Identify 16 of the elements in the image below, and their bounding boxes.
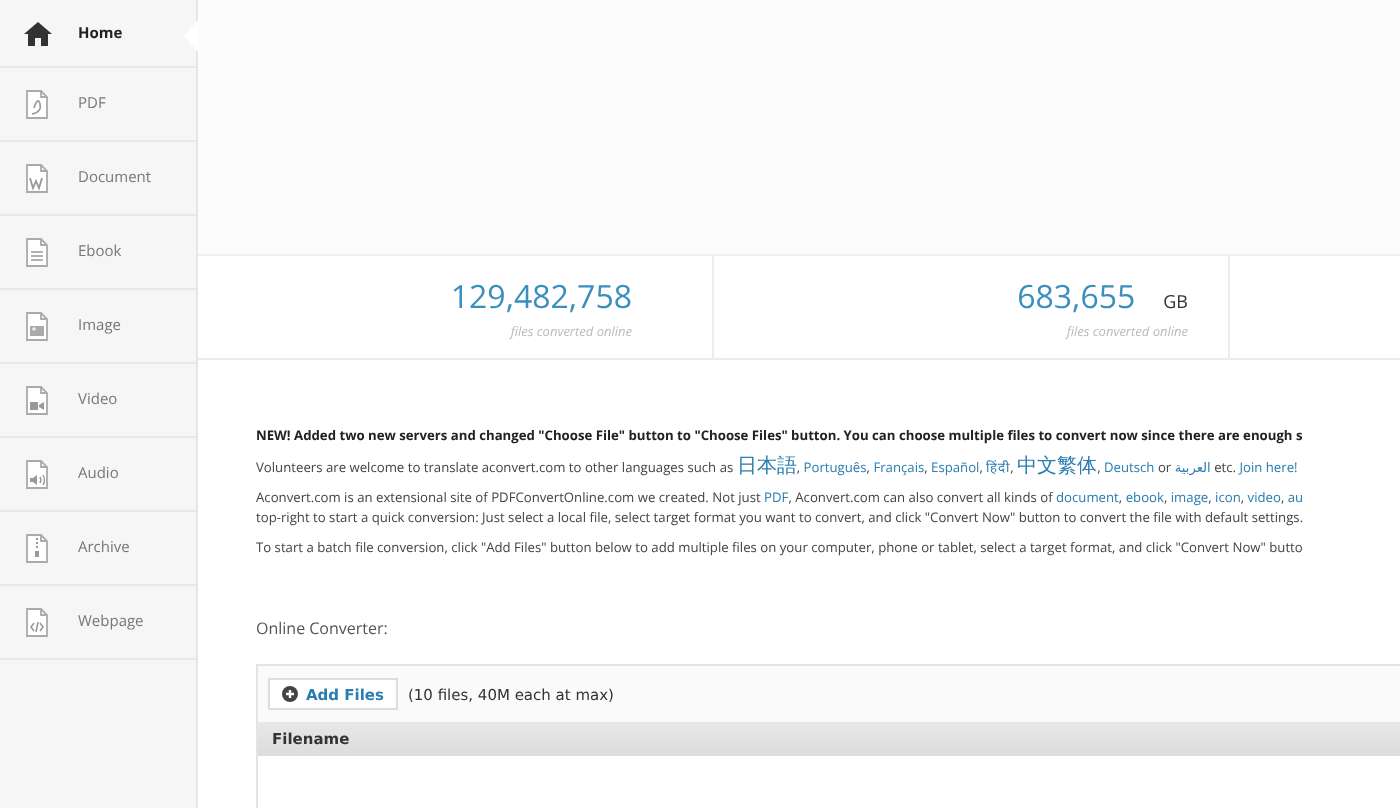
section-title: Online Converter: xyxy=(256,618,390,640)
text-link[interactable]: 日本語 xyxy=(736,458,797,476)
stat-value: 683,655 xyxy=(1017,274,1136,318)
file-icon xyxy=(22,532,52,564)
file-icon xyxy=(22,384,52,416)
file-icon xyxy=(22,236,52,268)
home-icon xyxy=(22,17,52,49)
stat-value: 129,482,758 xyxy=(450,274,632,318)
file-icon xyxy=(22,606,52,638)
file-icon xyxy=(22,310,52,342)
stat-unit: GB xyxy=(1163,288,1188,314)
plus-icon xyxy=(282,686,298,702)
file-icon xyxy=(22,458,52,490)
file-icon xyxy=(22,88,52,120)
file-icon xyxy=(22,162,52,194)
text-link[interactable]: 中文繁体 xyxy=(1017,458,1098,476)
